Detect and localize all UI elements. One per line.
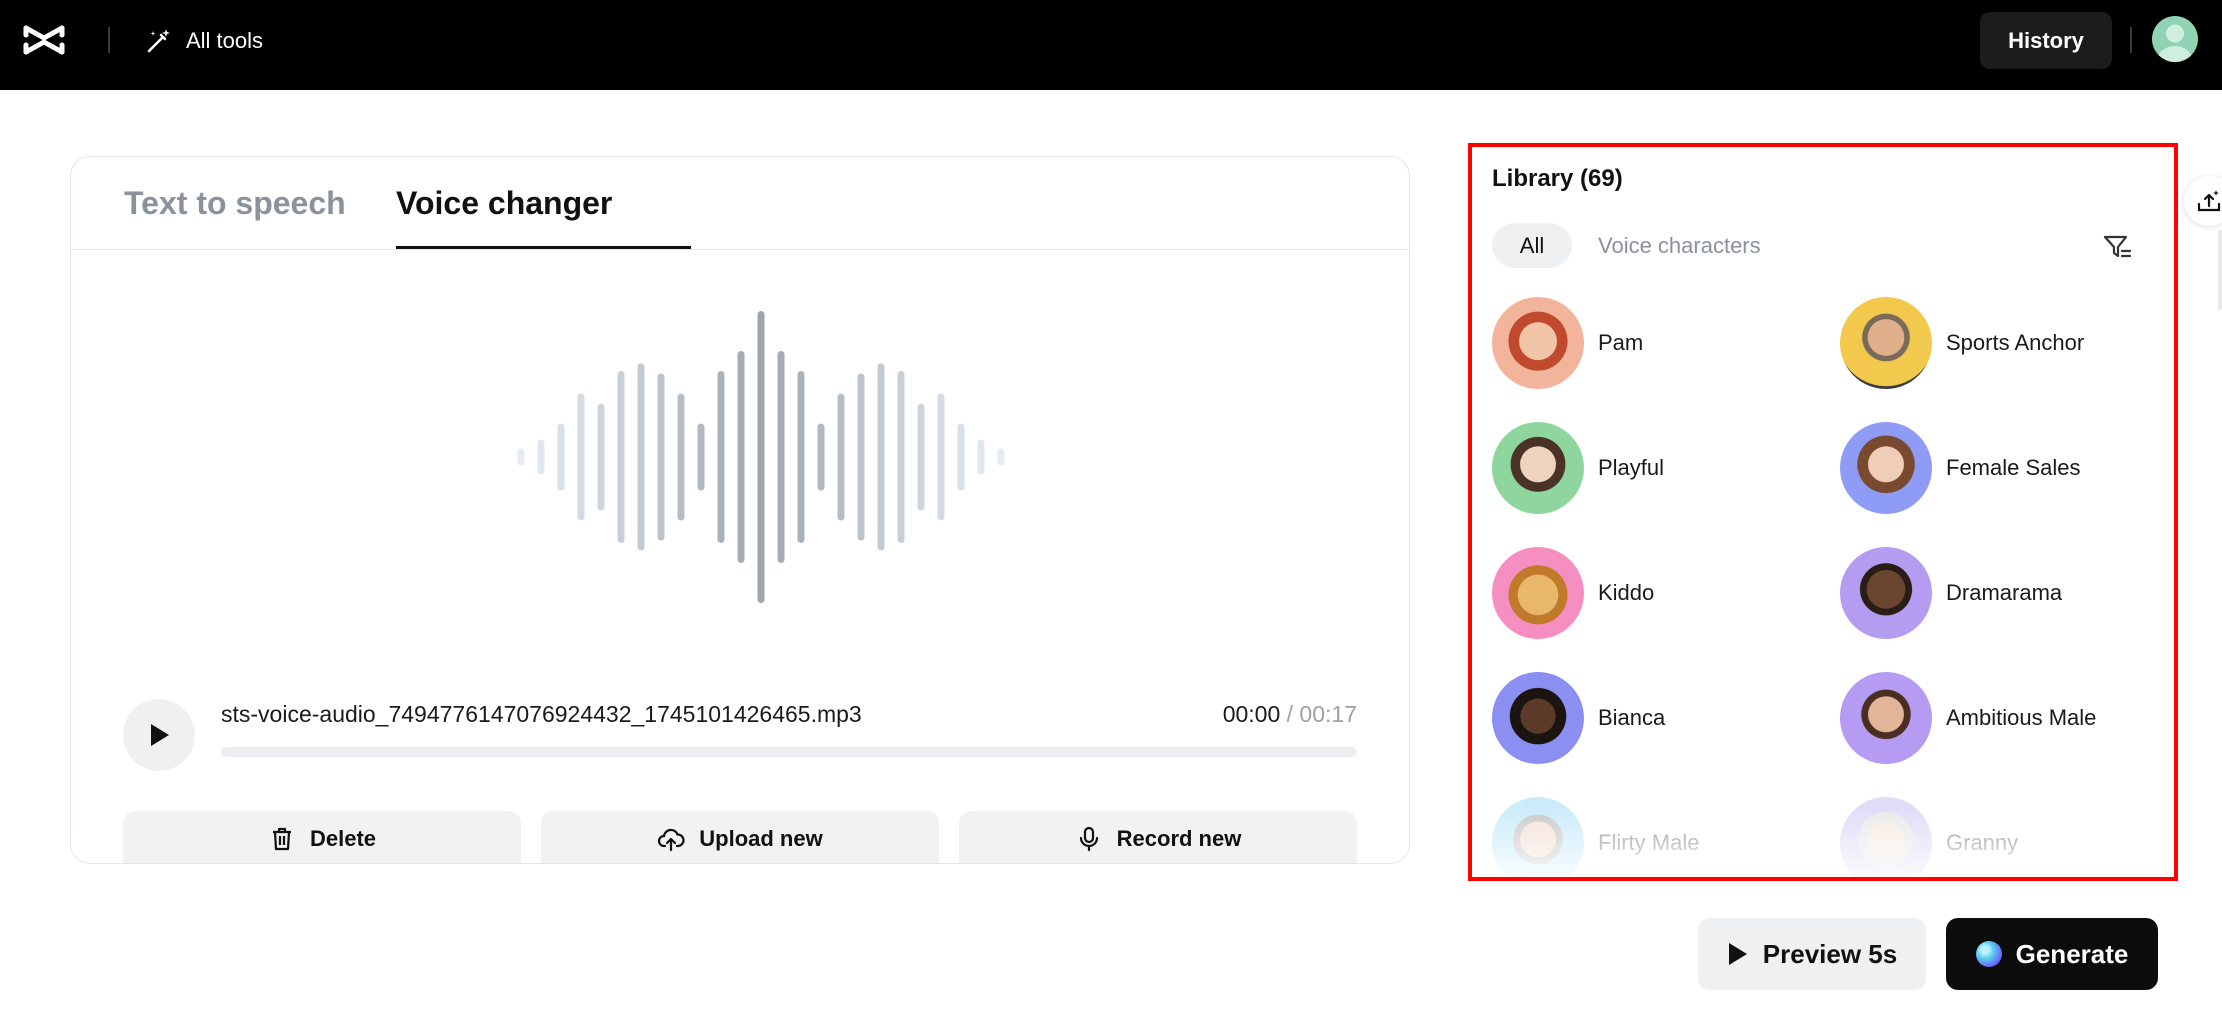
waveform-graphic <box>517 311 1005 603</box>
record-new-button[interactable]: Record new <box>959 811 1357 863</box>
top-bar: All tools History <box>0 0 2222 90</box>
record-new-label: Record new <box>1116 826 1242 851</box>
audio-progress-bar[interactable] <box>221 747 1357 757</box>
voice-name: Sports Anchor <box>1946 330 2085 355</box>
trash-icon <box>272 827 291 851</box>
voice-avatar-pam <box>1492 297 1584 389</box>
voice-avatar-kiddo <box>1492 547 1584 639</box>
all-tools-button[interactable]: All tools <box>144 24 263 58</box>
active-tab-indicator <box>396 246 691 249</box>
library-title: Library (69) <box>1492 165 1623 192</box>
voice-avatar-sports-anchor <box>1840 297 1932 389</box>
voice-item-bianca[interactable]: Bianca <box>1492 672 1665 764</box>
voice-avatar-bianca <box>1492 672 1584 764</box>
voice-name: Ambitious Male <box>1946 705 2097 730</box>
voice-avatar-flirty-male <box>1492 797 1584 877</box>
mode-tabs: Text to speech Voice changer <box>71 157 1409 250</box>
all-tools-label: All tools <box>186 28 264 53</box>
voice-editor-card: Text to speech Voice changer sts-voice-a… <box>70 156 1410 864</box>
voice-name: Female Sales <box>1946 455 2081 480</box>
upload-new-label: Upload new <box>699 826 823 851</box>
voice-name: Playful <box>1598 455 1665 480</box>
user-avatar[interactable] <box>2152 16 2198 62</box>
delete-label: Delete <box>309 826 377 851</box>
audio-filename: sts-voice-audio_7494776147076924432_1745… <box>221 701 862 727</box>
total-time: / 00:17 <box>1286 701 1357 727</box>
history-button[interactable]: History <box>1980 12 2112 69</box>
tab-text-to-speech[interactable]: Text to speech <box>124 185 346 222</box>
voice-name: Granny <box>1946 830 2019 855</box>
voice-item-playful[interactable]: Playful <box>1492 422 1664 514</box>
magic-wand-icon <box>147 29 170 53</box>
voice-name: Bianca <box>1598 705 1666 730</box>
play-button[interactable] <box>123 699 195 771</box>
voice-avatar-dramarama <box>1840 547 1932 639</box>
voice-item-sports-anchor[interactable]: Sports Anchor <box>1840 297 2084 389</box>
voice-item-female-sales[interactable]: Female Sales <box>1840 422 2081 514</box>
play-icon <box>151 724 169 746</box>
microphone-icon <box>1079 826 1098 852</box>
delete-button[interactable]: Delete <box>123 811 521 863</box>
generate-label: Generate <box>2015 938 2129 969</box>
voice-item-dramarama[interactable]: Dramarama <box>1840 547 2062 639</box>
side-export-button[interactable] <box>2184 176 2222 226</box>
topbar-divider <box>108 27 110 53</box>
tab-voice-changer[interactable]: Voice changer <box>396 185 612 222</box>
voice-item-granny[interactable]: Granny <box>1840 797 2019 877</box>
voice-name: Dramarama <box>1946 580 2063 605</box>
voice-avatar-playful <box>1492 422 1584 514</box>
page-scrollbar[interactable] <box>2218 230 2222 310</box>
capcut-logo-icon[interactable] <box>22 22 68 58</box>
voice-item-ambitious-male[interactable]: Ambitious Male <box>1840 672 2096 764</box>
filter-icon[interactable] <box>2100 229 2134 263</box>
voice-list: Pam Sports Anchor Playful Female Sales K… <box>1472 297 2174 877</box>
audio-time: 00:00 / 00:17 <box>1223 701 1357 728</box>
upload-new-button[interactable]: Upload new <box>541 811 939 863</box>
voice-avatar-ambitious-male <box>1840 672 1932 764</box>
voice-item-kiddo[interactable]: Kiddo <box>1492 547 1654 639</box>
voice-avatar-female-sales <box>1840 422 1932 514</box>
play-icon <box>1728 943 1747 965</box>
topbar-divider-right <box>2130 27 2132 53</box>
voice-library-panel: Library (69) All Voice characters Pam Sp… <box>1468 143 2178 881</box>
filter-chip-voice-characters[interactable]: Voice characters <box>1598 233 1761 259</box>
preview-button[interactable]: Preview 5s <box>1698 918 1926 990</box>
preview-label: Preview 5s <box>1762 938 1898 969</box>
upload-sparkle-icon <box>2197 190 2221 212</box>
voice-name: Pam <box>1598 330 1644 355</box>
voice-name: Kiddo <box>1598 580 1655 605</box>
voice-item-flirty-male[interactable]: Flirty Male <box>1492 797 1700 877</box>
current-time: 00:00 <box>1222 701 1281 727</box>
cloud-upload-icon <box>658 828 685 852</box>
voice-item-pam[interactable]: Pam <box>1492 297 1643 389</box>
filter-chip-all[interactable]: All <box>1492 223 1572 268</box>
voice-avatar-granny <box>1840 797 1932 877</box>
generate-button[interactable]: Generate <box>1946 918 2158 990</box>
generate-orb-icon <box>1975 941 2002 967</box>
voice-name: Flirty Male <box>1598 830 1700 855</box>
